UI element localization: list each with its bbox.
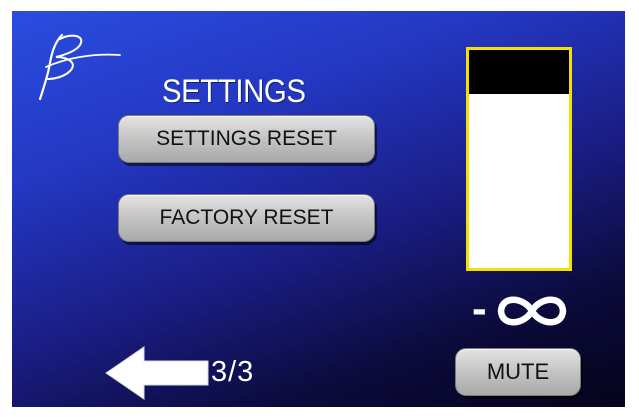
volume-meter-fill — [469, 50, 569, 94]
mute-label: MUTE — [486, 359, 550, 384]
signature-logo — [38, 33, 121, 101]
left-arrow-icon[interactable] — [104, 345, 210, 401]
level-minus-sign: - — [472, 284, 487, 333]
level-readout: - — [472, 279, 572, 339]
settings-reset-button[interactable]: SETTINGS RESET — [118, 115, 375, 163]
page-title: SETTINGS — [162, 73, 306, 109]
settings-reset-label: SETTINGS RESET — [156, 127, 337, 150]
mute-button[interactable]: MUTE — [455, 348, 581, 396]
infinity-icon — [497, 296, 567, 326]
factory-reset-label: FACTORY RESET — [159, 206, 334, 229]
settings-screen: SETTINGS SETTINGS RESET FACTORY RESET - … — [12, 11, 625, 407]
page-indicator: 3/3 — [211, 356, 255, 388]
volume-meter — [466, 47, 572, 271]
page-navigation: 3/3 — [104, 345, 304, 401]
factory-reset-button[interactable]: FACTORY RESET — [118, 194, 375, 242]
